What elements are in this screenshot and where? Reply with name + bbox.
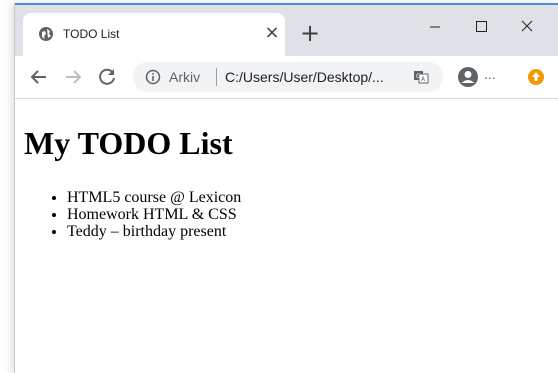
browser-toolbar: Arkiv C:/Users/User/Desktop/... G A ... xyxy=(15,56,558,99)
todo-list: HTML5 course @ Lexicon Homework HTML & C… xyxy=(27,189,241,240)
window-close-button[interactable] xyxy=(504,5,550,45)
close-icon xyxy=(521,20,533,32)
reload-icon xyxy=(99,68,115,85)
tab-strip: TODO List × + xyxy=(15,5,558,56)
arrow-left-icon xyxy=(30,70,46,84)
list-item: HTML5 course @ Lexicon xyxy=(67,189,241,206)
forward-button[interactable] xyxy=(60,64,86,90)
site-chip-label: Arkiv xyxy=(169,69,201,85)
omnibox-divider xyxy=(216,68,217,86)
tab-todo-list[interactable]: TODO List × xyxy=(23,13,285,56)
maximize-button[interactable] xyxy=(458,5,504,45)
back-button[interactable] xyxy=(26,64,52,90)
address-bar[interactable]: Arkiv C:/Users/User/Desktop/... G A xyxy=(133,62,443,92)
tab-close-icon[interactable]: × xyxy=(261,22,283,44)
reload-button[interactable] xyxy=(94,64,120,90)
url-text[interactable]: C:/Users/User/Desktop/... xyxy=(225,69,384,85)
tab-title: TODO List xyxy=(63,27,120,41)
page-content: My TODO List HTML5 course @ Lexicon Home… xyxy=(15,99,558,373)
info-icon[interactable] xyxy=(145,69,161,85)
page-title: My TODO List xyxy=(24,125,233,161)
more-menu-button[interactable]: ... xyxy=(484,66,496,82)
minimize-button[interactable] xyxy=(412,5,458,45)
translate-icon[interactable]: G A xyxy=(413,69,429,85)
arrow-right-icon xyxy=(66,70,82,84)
list-item: Homework HTML & CSS xyxy=(67,206,241,223)
maximize-icon xyxy=(476,21,487,32)
profile-icon[interactable] xyxy=(456,65,480,89)
browser-window: TODO List × + Arkiv C:/Users/User/Deskto… xyxy=(14,3,558,373)
list-item: Teddy – birthday present xyxy=(67,223,241,240)
new-tab-button[interactable]: + xyxy=(298,21,322,45)
extension-icon[interactable] xyxy=(527,68,545,86)
minimize-icon xyxy=(430,26,440,28)
globe-icon xyxy=(38,26,54,42)
